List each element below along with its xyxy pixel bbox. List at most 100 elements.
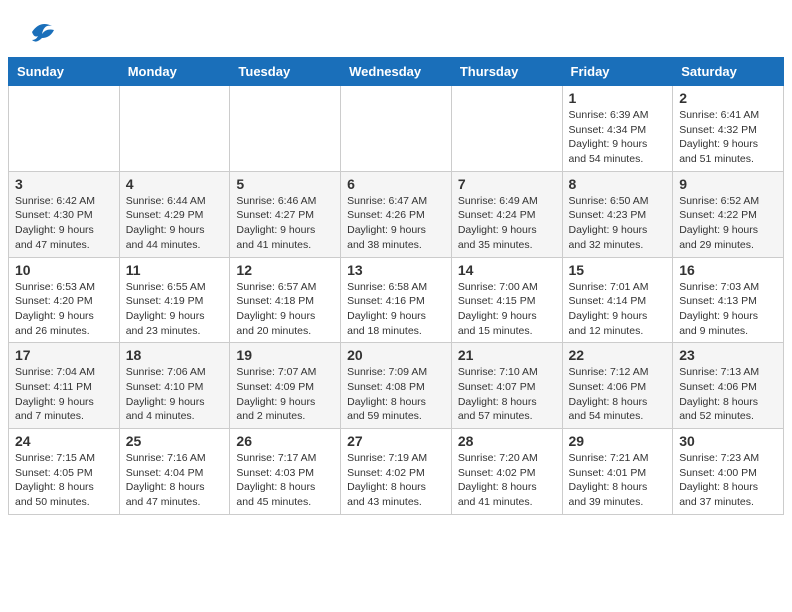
day-number: 5 <box>236 176 334 192</box>
day-number: 22 <box>569 347 667 363</box>
logo-icon <box>24 16 56 53</box>
day-info: Sunrise: 7:13 AM Sunset: 4:06 PM Dayligh… <box>679 365 777 424</box>
calendar-cell: 30Sunrise: 7:23 AM Sunset: 4:00 PM Dayli… <box>673 429 784 515</box>
day-number: 24 <box>15 433 113 449</box>
calendar-cell: 1 Sunrise: 6:39 AM Sunset: 4:34 PM Daylig… <box>562 86 673 172</box>
day-info: Sunrise: 7:17 AM Sunset: 4:03 PM Dayligh… <box>236 451 334 510</box>
calendar-cell <box>230 86 341 172</box>
day-number: 26 <box>236 433 334 449</box>
day-number: 9 <box>679 176 777 192</box>
day-info: Sunrise: 6:53 AM Sunset: 4:20 PM Dayligh… <box>15 280 113 339</box>
day-number: 2 <box>679 90 777 106</box>
calendar-row: 17Sunrise: 7:04 AM Sunset: 4:11 PM Dayli… <box>9 343 784 429</box>
day-number: 28 <box>458 433 556 449</box>
day-number: 25 <box>126 433 224 449</box>
calendar-cell: 3Sunrise: 6:42 AM Sunset: 4:30 PM Daylig… <box>9 171 120 257</box>
calendar-cell: 13 Sunrise: 6:58 AM Sunset: 4:16 PM Dayli… <box>341 257 452 343</box>
day-number: 13 <box>347 262 445 278</box>
calendar-cell: 15 Sunrise: 7:01 AM Sunset: 4:14 PM Dayli… <box>562 257 673 343</box>
weekday-header: Tuesday <box>230 58 341 86</box>
calendar-cell: 17Sunrise: 7:04 AM Sunset: 4:11 PM Dayli… <box>9 343 120 429</box>
calendar-cell: 9 Sunrise: 6:52 AM Sunset: 4:22 PM Daylig… <box>673 171 784 257</box>
day-number: 4 <box>126 176 224 192</box>
day-info: Sunrise: 6:47 AM Sunset: 4:26 PM Dayligh… <box>347 194 445 253</box>
calendar-cell <box>451 86 562 172</box>
calendar-table: SundayMondayTuesdayWednesdayThursdayFrid… <box>8 57 784 515</box>
calendar-cell: 28 Sunrise: 7:20 AM Sunset: 4:02 PM Dayli… <box>451 429 562 515</box>
calendar-wrapper: SundayMondayTuesdayWednesdayThursdayFrid… <box>0 57 792 523</box>
calendar-cell: 8 Sunrise: 6:50 AM Sunset: 4:23 PM Daylig… <box>562 171 673 257</box>
weekday-header: Sunday <box>9 58 120 86</box>
day-number: 16 <box>679 262 777 278</box>
calendar-cell: 24 Sunrise: 7:15 AM Sunset: 4:05 PM Dayli… <box>9 429 120 515</box>
calendar-cell: 27 Sunrise: 7:19 AM Sunset: 4:02 PM Dayli… <box>341 429 452 515</box>
day-info: Sunrise: 6:50 AM Sunset: 4:23 PM Dayligh… <box>569 194 667 253</box>
calendar-cell: 23 Sunrise: 7:13 AM Sunset: 4:06 PM Dayli… <box>673 343 784 429</box>
calendar-row: 3Sunrise: 6:42 AM Sunset: 4:30 PM Daylig… <box>9 171 784 257</box>
day-number: 11 <box>126 262 224 278</box>
calendar-cell <box>9 86 120 172</box>
day-number: 10 <box>15 262 113 278</box>
day-info: Sunrise: 7:07 AM Sunset: 4:09 PM Dayligh… <box>236 365 334 424</box>
day-info: Sunrise: 6:46 AM Sunset: 4:27 PM Dayligh… <box>236 194 334 253</box>
day-info: Sunrise: 6:57 AM Sunset: 4:18 PM Dayligh… <box>236 280 334 339</box>
weekday-header: Monday <box>119 58 230 86</box>
day-info: Sunrise: 7:10 AM Sunset: 4:07 PM Dayligh… <box>458 365 556 424</box>
weekday-header: Wednesday <box>341 58 452 86</box>
day-info: Sunrise: 7:06 AM Sunset: 4:10 PM Dayligh… <box>126 365 224 424</box>
calendar-cell <box>119 86 230 172</box>
calendar-row: 1 Sunrise: 6:39 AM Sunset: 4:34 PM Daylig… <box>9 86 784 172</box>
calendar-cell: 18 Sunrise: 7:06 AM Sunset: 4:10 PM Dayli… <box>119 343 230 429</box>
day-info: Sunrise: 7:16 AM Sunset: 4:04 PM Dayligh… <box>126 451 224 510</box>
calendar-cell: 21Sunrise: 7:10 AM Sunset: 4:07 PM Dayli… <box>451 343 562 429</box>
day-info: Sunrise: 6:42 AM Sunset: 4:30 PM Dayligh… <box>15 194 113 253</box>
day-info: Sunrise: 7:12 AM Sunset: 4:06 PM Dayligh… <box>569 365 667 424</box>
calendar-cell: 26 Sunrise: 7:17 AM Sunset: 4:03 PM Dayli… <box>230 429 341 515</box>
day-info: Sunrise: 7:01 AM Sunset: 4:14 PM Dayligh… <box>569 280 667 339</box>
page-header <box>0 0 792 57</box>
calendar-cell: 19 Sunrise: 7:07 AM Sunset: 4:09 PM Dayli… <box>230 343 341 429</box>
calendar-row: 24 Sunrise: 7:15 AM Sunset: 4:05 PM Dayli… <box>9 429 784 515</box>
calendar-cell: 22 Sunrise: 7:12 AM Sunset: 4:06 PM Dayli… <box>562 343 673 429</box>
day-number: 8 <box>569 176 667 192</box>
day-info: Sunrise: 7:19 AM Sunset: 4:02 PM Dayligh… <box>347 451 445 510</box>
logo <box>20 16 56 53</box>
day-number: 29 <box>569 433 667 449</box>
day-info: Sunrise: 7:20 AM Sunset: 4:02 PM Dayligh… <box>458 451 556 510</box>
day-info: Sunrise: 7:09 AM Sunset: 4:08 PM Dayligh… <box>347 365 445 424</box>
calendar-cell: 4Sunrise: 6:44 AM Sunset: 4:29 PM Daylig… <box>119 171 230 257</box>
calendar-row: 10 Sunrise: 6:53 AM Sunset: 4:20 PM Dayli… <box>9 257 784 343</box>
day-number: 12 <box>236 262 334 278</box>
day-info: Sunrise: 6:58 AM Sunset: 4:16 PM Dayligh… <box>347 280 445 339</box>
day-info: Sunrise: 6:52 AM Sunset: 4:22 PM Dayligh… <box>679 194 777 253</box>
day-number: 20 <box>347 347 445 363</box>
day-info: Sunrise: 7:15 AM Sunset: 4:05 PM Dayligh… <box>15 451 113 510</box>
weekday-header: Friday <box>562 58 673 86</box>
day-number: 18 <box>126 347 224 363</box>
day-info: Sunrise: 6:39 AM Sunset: 4:34 PM Dayligh… <box>569 108 667 167</box>
day-number: 23 <box>679 347 777 363</box>
calendar-cell: 20 Sunrise: 7:09 AM Sunset: 4:08 PM Dayli… <box>341 343 452 429</box>
calendar-cell: 16 Sunrise: 7:03 AM Sunset: 4:13 PM Dayli… <box>673 257 784 343</box>
day-number: 17 <box>15 347 113 363</box>
day-info: Sunrise: 7:03 AM Sunset: 4:13 PM Dayligh… <box>679 280 777 339</box>
weekday-header: Saturday <box>673 58 784 86</box>
calendar-cell: 25 Sunrise: 7:16 AM Sunset: 4:04 PM Dayli… <box>119 429 230 515</box>
calendar-cell: 29 Sunrise: 7:21 AM Sunset: 4:01 PM Dayli… <box>562 429 673 515</box>
calendar-cell: 5 Sunrise: 6:46 AM Sunset: 4:27 PM Daylig… <box>230 171 341 257</box>
day-number: 19 <box>236 347 334 363</box>
day-info: Sunrise: 7:21 AM Sunset: 4:01 PM Dayligh… <box>569 451 667 510</box>
calendar-cell: 11Sunrise: 6:55 AM Sunset: 4:19 PM Dayli… <box>119 257 230 343</box>
day-info: Sunrise: 7:00 AM Sunset: 4:15 PM Dayligh… <box>458 280 556 339</box>
calendar-cell: 7Sunrise: 6:49 AM Sunset: 4:24 PM Daylig… <box>451 171 562 257</box>
calendar-cell <box>341 86 452 172</box>
day-info: Sunrise: 7:23 AM Sunset: 4:00 PM Dayligh… <box>679 451 777 510</box>
weekday-header: Thursday <box>451 58 562 86</box>
day-number: 27 <box>347 433 445 449</box>
day-number: 15 <box>569 262 667 278</box>
calendar-cell: 14 Sunrise: 7:00 AM Sunset: 4:15 PM Dayli… <box>451 257 562 343</box>
day-number: 6 <box>347 176 445 192</box>
day-number: 1 <box>569 90 667 106</box>
day-number: 14 <box>458 262 556 278</box>
calendar-cell: 10 Sunrise: 6:53 AM Sunset: 4:20 PM Dayli… <box>9 257 120 343</box>
